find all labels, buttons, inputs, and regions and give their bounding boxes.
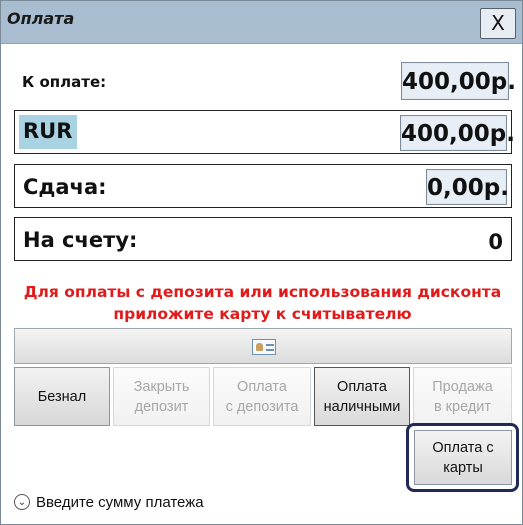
pay-card-label-2: карты xyxy=(443,459,483,476)
credit-sale-label-2: в кредит xyxy=(433,398,492,415)
close-deposit-label-1: Закрыть xyxy=(133,378,190,395)
account-row: На счету: 0 xyxy=(14,217,512,261)
notice-line-2: приложите карту к считывателю xyxy=(113,305,412,323)
currency-row[interactable]: RUR 400,00р. xyxy=(14,110,515,154)
pay-cash-label-2: наличными xyxy=(323,398,401,415)
pay-cash-label-1: Оплата xyxy=(337,378,387,395)
pay-cash-button[interactable]: Оплата наличными xyxy=(314,367,410,426)
notice-line-1: Для оплаты с депозита или использования … xyxy=(23,283,502,301)
currency-amount-input[interactable]: 400,00р. xyxy=(400,115,515,151)
close-deposit-label-2: депозит xyxy=(134,398,189,415)
card-reader-button[interactable] xyxy=(14,328,512,364)
cashless-label: Безнал xyxy=(37,388,87,405)
window-title: Оплата xyxy=(7,9,75,28)
change-row: Сдача: 0,00р. xyxy=(14,164,512,208)
currency-label: RUR xyxy=(23,119,73,143)
payment-dialog: Оплата X К оплате: 400,00р. RUR 400,00р.… xyxy=(0,0,523,525)
close-deposit-button[interactable]: Закрыть депозит xyxy=(113,367,210,426)
id-card-icon xyxy=(252,339,276,355)
title-bar: Оплата X xyxy=(1,1,522,44)
pay-deposit-button[interactable]: Оплата с депозита xyxy=(213,367,311,426)
hint-text: Введите сумму платежа xyxy=(36,493,204,511)
credit-sale-label-1: Продажа xyxy=(432,378,493,395)
pay-deposit-label-1: Оплата xyxy=(237,378,287,395)
cashless-button[interactable]: Безнал xyxy=(14,367,110,426)
to-pay-label: К оплате: xyxy=(22,73,107,91)
chevron-down-circle-icon: ⌄ xyxy=(14,494,30,510)
credit-sale-button[interactable]: Продажа в кредит xyxy=(413,367,512,426)
pay-card-button[interactable]: Оплата с карты xyxy=(414,430,512,485)
change-amount: 0,00р. xyxy=(426,169,509,205)
payment-hint[interactable]: ⌄ Введите сумму платежа xyxy=(14,492,204,512)
pay-card-label-1: Оплата с xyxy=(432,439,494,456)
account-amount: 0 xyxy=(488,230,503,254)
account-label: На счету: xyxy=(23,228,138,252)
pay-deposit-label-2: с депозита xyxy=(225,398,299,415)
close-button[interactable]: X xyxy=(480,8,516,39)
change-label: Сдача: xyxy=(23,175,107,199)
to-pay-amount: 400,00р. xyxy=(401,62,516,100)
